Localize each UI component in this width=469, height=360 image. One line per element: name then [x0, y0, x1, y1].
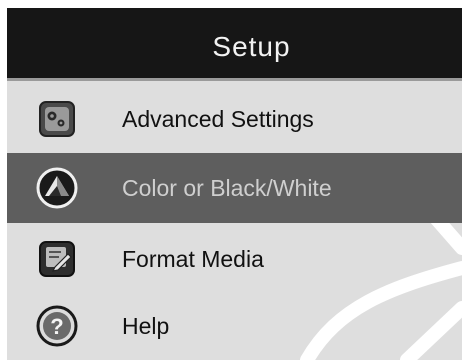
menu-item-advanced-settings[interactable]: Advanced Settings [7, 88, 462, 150]
menu-item-label: Format Media [122, 245, 264, 272]
title-bar: Setup [7, 8, 462, 78]
menu-item-format-media[interactable]: Format Media [7, 226, 462, 292]
gear-settings-icon [35, 97, 79, 141]
menu-item-label: Help [122, 312, 170, 339]
help-question-icon: ? [35, 304, 79, 348]
setup-screen: Setup Advanced Settings Color or Black/W… [7, 8, 462, 360]
color-bw-icon [35, 166, 79, 210]
menu-item-color-bw[interactable]: Color or Black/White [7, 153, 462, 223]
menu-item-label: Advanced Settings [122, 105, 314, 132]
title-divider [7, 78, 462, 81]
format-media-icon [35, 237, 79, 281]
svg-text:?: ? [50, 314, 63, 339]
menu-item-label: Color or Black/White [122, 174, 332, 201]
menu-item-help[interactable]: ? Help [7, 294, 462, 358]
page-title: Setup [212, 31, 291, 62]
